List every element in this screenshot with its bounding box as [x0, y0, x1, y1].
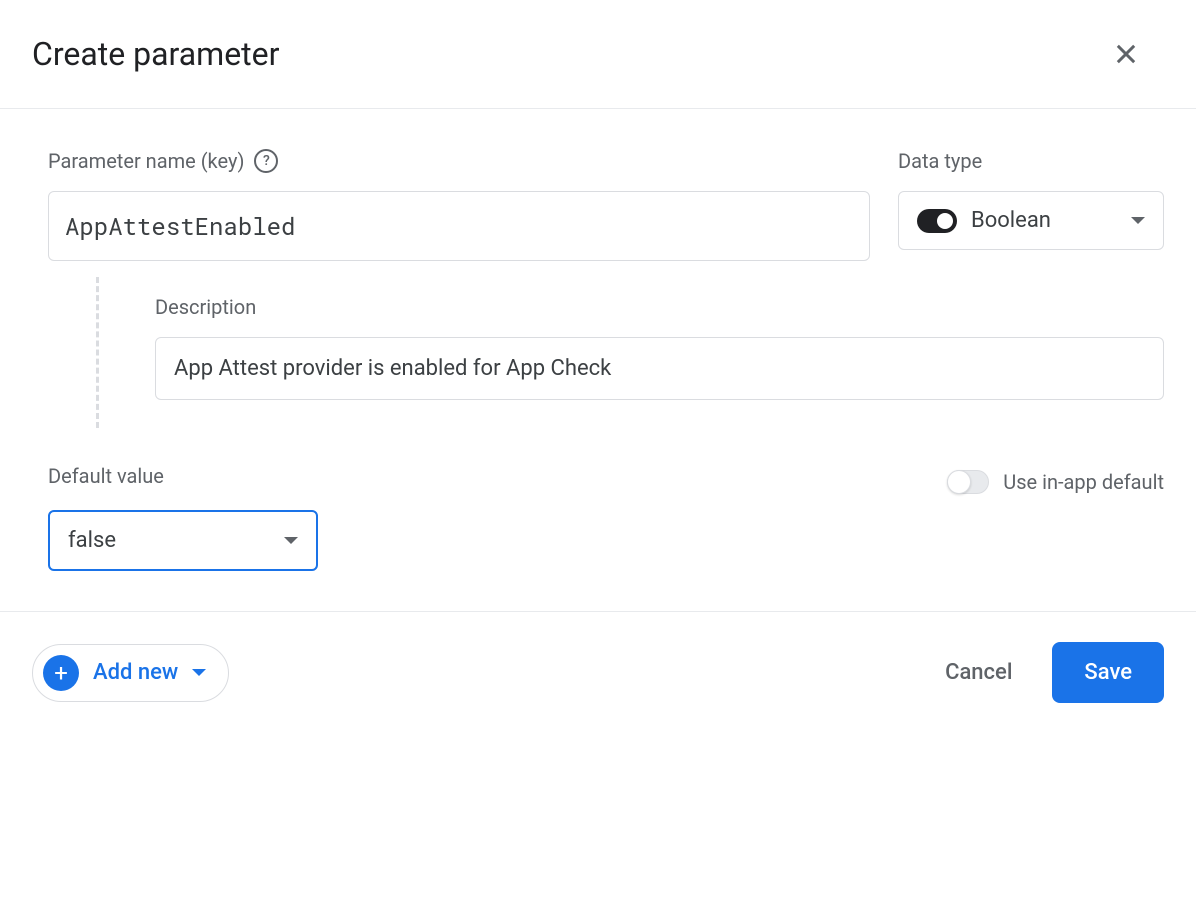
description-input[interactable]: [155, 337, 1164, 400]
in-app-default-label: Use in-app default: [1003, 470, 1164, 494]
boolean-type-icon: [917, 209, 957, 233]
default-value-text: false: [68, 528, 116, 553]
add-new-button[interactable]: + Add new: [32, 644, 229, 702]
dialog-title: Create parameter: [32, 35, 279, 73]
chevron-down-icon: [192, 669, 206, 676]
data-type-value: Boolean: [971, 208, 1117, 233]
close-icon: [1112, 40, 1140, 68]
help-icon[interactable]: ?: [254, 149, 278, 173]
dialog-body: Parameter name (key) ? Data type Boolean…: [0, 109, 1196, 611]
add-new-label: Add new: [93, 660, 178, 685]
description-section: Description: [96, 277, 1164, 428]
data-type-group: Data type Boolean: [898, 149, 1164, 250]
default-value-select[interactable]: false: [48, 510, 318, 571]
parameter-name-input[interactable]: [48, 191, 870, 261]
parameter-name-group: Parameter name (key) ?: [48, 149, 870, 261]
parameter-name-label: Parameter name (key) ?: [48, 149, 870, 173]
top-row: Parameter name (key) ? Data type Boolean: [48, 149, 1164, 261]
data-type-select[interactable]: Boolean: [898, 191, 1164, 250]
description-content: Description: [155, 277, 1164, 428]
parameter-name-label-text: Parameter name (key): [48, 149, 244, 173]
data-type-label: Data type: [898, 149, 1164, 173]
dialog-footer: + Add new Cancel Save: [0, 611, 1196, 733]
chevron-down-icon: [284, 537, 298, 544]
cancel-button[interactable]: Cancel: [945, 660, 1012, 685]
close-button[interactable]: [1104, 32, 1148, 76]
chevron-down-icon: [1131, 217, 1145, 224]
dialog-header: Create parameter: [0, 0, 1196, 109]
in-app-default-toggle[interactable]: [947, 470, 989, 494]
plus-icon: +: [43, 655, 79, 691]
tree-connector: [96, 277, 99, 428]
in-app-default-group: Use in-app default: [947, 470, 1164, 494]
description-label: Description: [155, 295, 1164, 319]
default-value-label: Default value: [48, 464, 318, 488]
save-button[interactable]: Save: [1052, 642, 1164, 703]
footer-actions: Cancel Save: [945, 642, 1164, 703]
default-value-section: Default value false Use in-app default: [48, 464, 1164, 571]
default-value-left: Default value false: [48, 464, 318, 571]
